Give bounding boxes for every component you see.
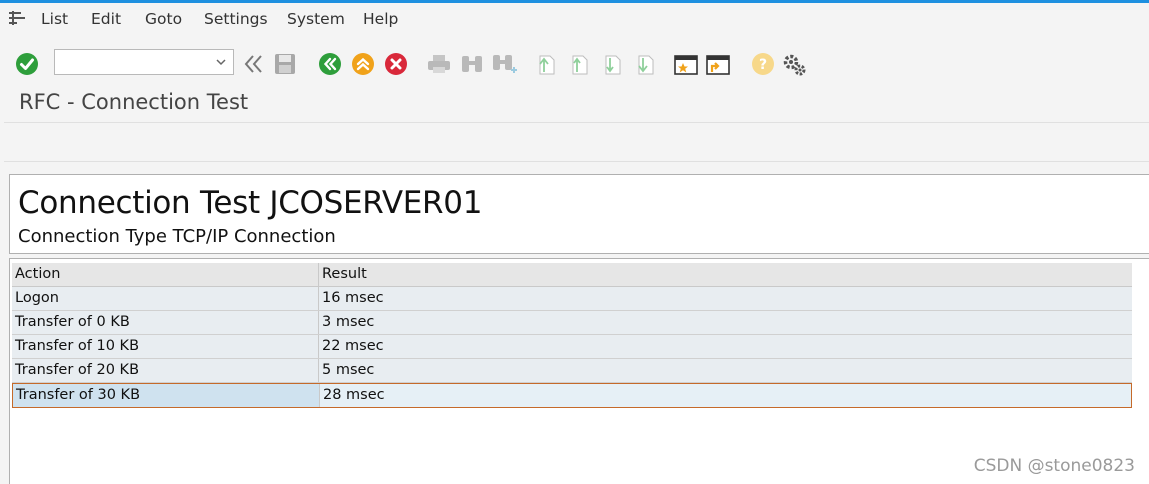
cell-result: 28 msec [320,384,1131,407]
page-title: RFC - Connection Test [19,90,249,114]
menu-list[interactable]: List [41,10,68,28]
menu-help[interactable]: Help [363,10,398,28]
cell-action: Transfer of 10 KB [12,335,319,358]
result-table: Action Result Logon 16 msec Transfer of … [12,263,1132,408]
menu-system[interactable]: System [287,10,345,28]
command-field[interactable] [54,49,234,75]
exit-icon[interactable] [351,52,375,76]
menu-settings[interactable]: Settings [204,10,268,28]
table-row-selected[interactable]: Transfer of 30 KB 28 msec [12,383,1132,408]
cell-result: 5 msec [322,362,375,378]
first-page-icon[interactable] [534,52,558,78]
column-header-result[interactable]: Result [319,263,1132,286]
find-next-icon[interactable] [490,52,518,78]
print-icon[interactable] [426,52,452,76]
divider [4,161,1149,162]
cell-result: 16 msec [322,290,384,306]
menu-list-icon[interactable] [9,11,25,25]
find-icon[interactable] [459,52,485,76]
menu-edit[interactable]: Edit [91,10,121,28]
cell-action: Transfer of 20 KB [12,359,319,382]
list-header-subtitle: Connection Type TCP/IP Connection [18,226,336,247]
result-table-area: Action Result Logon 16 msec Transfer of … [9,258,1149,484]
svg-text:?: ? [759,57,767,73]
table-row[interactable]: Transfer of 0 KB 3 msec [12,311,1132,335]
column-header-action[interactable]: Action [12,263,319,286]
back-double-icon[interactable] [242,52,266,76]
cell-result: 3 msec [322,314,375,330]
next-page-icon[interactable] [600,52,624,78]
shortcut-icon[interactable] [705,52,731,78]
last-page-icon[interactable] [633,52,657,78]
menu-bar: List Edit Goto Settings System Help [0,3,1149,35]
cell-action: Transfer of 30 KB [13,384,320,407]
table-row[interactable]: Transfer of 10 KB 22 msec [12,335,1132,359]
new-session-icon[interactable] [673,52,699,78]
table-header-row: Action Result [12,263,1132,287]
table-row[interactable]: Logon 16 msec [12,287,1132,311]
cell-action: Logon [12,287,319,310]
chevron-down-icon[interactable] [215,56,227,68]
watermark-text: CSDN @stone0823 [973,456,1135,476]
settings-icon[interactable] [781,52,809,78]
prev-page-icon[interactable] [567,52,591,78]
cell-action: Transfer of 0 KB [12,311,319,334]
divider [4,122,1149,123]
save-icon[interactable] [273,52,297,76]
cell-result: 22 msec [322,338,384,354]
back-icon[interactable] [318,52,342,76]
command-input[interactable] [55,50,217,74]
list-header-title: Connection Test JCOSERVER01 [18,185,483,221]
list-header: Connection Test JCOSERVER01 Connection T… [9,174,1149,254]
screen-title-bar: RFC - Connection Test [0,88,1149,122]
help-icon[interactable]: ? [751,52,775,76]
standard-toolbar: ? [0,44,1149,84]
table-row[interactable]: Transfer of 20 KB 5 msec [12,359,1132,383]
cancel-icon[interactable] [384,52,408,76]
menu-goto[interactable]: Goto [145,10,182,28]
check-icon[interactable] [15,52,39,76]
